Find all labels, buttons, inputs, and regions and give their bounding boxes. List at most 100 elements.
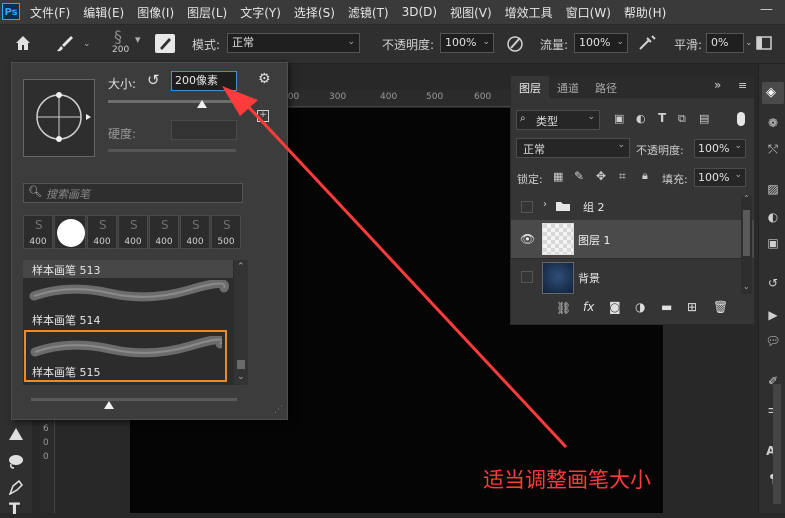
pixel-filter-icon[interactable]: ▣ xyxy=(614,112,624,125)
menu-help[interactable]: 帮助(H) xyxy=(624,4,666,21)
trash-icon[interactable]: 🗑︎ xyxy=(713,300,728,314)
chevron-down-icon[interactable]: ⌄ xyxy=(83,39,91,49)
brush-preset-round[interactable] xyxy=(54,215,86,249)
brush-preset[interactable]: S 400 xyxy=(23,215,53,249)
scrollbar-thumb[interactable] xyxy=(237,360,245,369)
lock-all-icon[interactable]: 🔒︎ xyxy=(642,169,648,183)
preview-size-slider[interactable] xyxy=(31,398,237,401)
brush-preset[interactable]: S 400 xyxy=(149,215,179,249)
dock-scrollbar[interactable] xyxy=(773,384,781,504)
adjustment-layer-icon[interactable]: ◑ xyxy=(635,300,645,314)
layer-filter-select[interactable]: ⌕ 类型 ⌄ xyxy=(516,110,600,130)
layer-row-group[interactable]: › 组 2 xyxy=(511,194,754,221)
menu-file[interactable]: 文件(F) xyxy=(30,4,70,21)
panel-menu-icon[interactable]: ≡ xyxy=(738,79,747,92)
mode-select[interactable]: 正常 ⌄ xyxy=(227,33,360,53)
comments-icon[interactable]: 💬︎ xyxy=(765,334,781,348)
chevron-up-icon[interactable]: ⌃ xyxy=(237,262,245,272)
brush-settings-toggle[interactable] xyxy=(155,34,175,53)
brush-name[interactable]: 样本画笔 514 xyxy=(32,312,101,328)
hardness-input[interactable] xyxy=(171,120,237,140)
menu-plugins[interactable]: 增效工具 xyxy=(505,4,553,21)
collapse-icon[interactable]: » xyxy=(714,78,721,92)
blend-mode-select[interactable]: 正常 ⌄ xyxy=(516,138,630,158)
flow-input[interactable]: 100% ⌄ xyxy=(574,33,628,53)
layers-scrollbar[interactable]: ⌃ ⌄ xyxy=(741,194,752,294)
brush-tip-preview[interactable] xyxy=(23,79,95,157)
menu-filter[interactable]: 滤镜(T) xyxy=(348,4,389,21)
menu-type[interactable]: 文字(Y) xyxy=(240,4,281,21)
brush-preset[interactable]: S 400 xyxy=(118,215,148,249)
fx-icon[interactable]: fx xyxy=(583,300,594,314)
chevron-down-icon[interactable]: ⌄ xyxy=(237,372,245,382)
airbrush-icon[interactable] xyxy=(637,34,657,52)
type-tool-icon[interactable]: T xyxy=(9,499,20,518)
libraries-icon[interactable]: ▣ xyxy=(765,236,781,250)
chevron-down-icon[interactable]: ⌄ xyxy=(743,282,750,291)
home-icon[interactable] xyxy=(14,35,32,51)
visibility-toggle[interactable] xyxy=(521,201,533,213)
fill-input[interactable]: 100% ⌄ xyxy=(694,168,746,187)
brush-preset[interactable]: S 400 xyxy=(180,215,210,249)
size-slider-track[interactable] xyxy=(108,100,236,103)
brush-tool-icon[interactable] xyxy=(55,34,75,52)
size-slider-thumb[interactable] xyxy=(197,100,207,108)
layer-row-selected[interactable]: 👁︎ 图层 1 xyxy=(511,220,754,259)
layer-row-background[interactable]: 背景 xyxy=(511,259,754,297)
lock-paint-icon[interactable]: ✎ xyxy=(574,169,584,183)
play-actions-icon[interactable]: ▶ xyxy=(765,308,781,322)
menu-edit[interactable]: 编辑(E) xyxy=(83,4,124,21)
layer-opacity-input[interactable]: 100% ⌄ xyxy=(694,139,746,158)
tab-layers[interactable]: 图层 xyxy=(511,76,549,98)
smoothing-input[interactable]: 0% xyxy=(706,33,744,53)
type-filter-icon[interactable]: T xyxy=(658,111,666,125)
menu-select[interactable]: 选择(S) xyxy=(294,4,335,21)
brush-picker-chevron-icon[interactable]: ▾ xyxy=(135,33,141,46)
resize-grip-icon[interactable]: ⋰ xyxy=(274,405,283,415)
chevron-right-icon[interactable]: › xyxy=(543,199,547,210)
menu-window[interactable]: 窗口(W) xyxy=(566,4,611,21)
image-panel-icon[interactable]: ▨ xyxy=(765,182,781,196)
brush-preset[interactable]: S 400 xyxy=(87,215,117,249)
brush-search-field[interactable]: 🔍︎ 搜索画笔 xyxy=(23,183,243,203)
gear-icon[interactable]: ⚙ xyxy=(258,71,271,87)
adjustment-filter-icon[interactable]: ◐ xyxy=(636,112,646,125)
triangle-tool-icon[interactable] xyxy=(8,426,24,442)
minimize-button[interactable]: — xyxy=(760,2,773,17)
brush-preset[interactable]: S 500 xyxy=(211,215,241,249)
shape-filter-icon[interactable]: ⧉ xyxy=(678,112,686,126)
hardness-slider-track[interactable] xyxy=(108,149,236,152)
chevron-down-icon[interactable]: ⌄ xyxy=(745,38,753,48)
tab-paths[interactable]: 路径 xyxy=(595,80,617,96)
pressure-opacity-icon[interactable] xyxy=(505,34,525,52)
preview-size-thumb[interactable] xyxy=(104,401,114,409)
menu-layer[interactable]: 图层(L) xyxy=(187,4,227,21)
selected-brush-item[interactable]: 样本画笔 515 xyxy=(24,330,227,382)
tab-channels[interactable]: 通道 xyxy=(557,80,579,96)
scrollbar[interactable]: ⌃ ⌄ xyxy=(234,260,248,385)
channels-icon[interactable]: ❁ xyxy=(765,116,781,130)
opacity-input[interactable]: 100% ⌄ xyxy=(440,33,494,53)
lock-artboard-icon[interactable]: ⌗ xyxy=(619,169,626,184)
new-layer-icon[interactable]: ⊞ xyxy=(687,300,697,314)
link-icon[interactable]: ⛓︎ xyxy=(556,301,571,315)
reset-size-icon[interactable]: ↺ xyxy=(147,71,160,89)
paths-icon[interactable]: ⤲ xyxy=(765,142,781,156)
visibility-toggle[interactable] xyxy=(521,271,533,283)
add-preset-icon[interactable]: + xyxy=(257,110,269,122)
scrollbar-thumb[interactable] xyxy=(743,210,750,256)
pen-tool-icon[interactable] xyxy=(7,479,25,495)
menu-view[interactable]: 视图(V) xyxy=(450,4,492,21)
mask-icon[interactable]: ◙ xyxy=(609,300,621,314)
menu-3d[interactable]: 3D(D) xyxy=(402,5,437,19)
new-group-icon[interactable]: ▬ xyxy=(661,300,672,314)
eye-icon[interactable]: 👁︎ xyxy=(520,232,535,246)
history-icon[interactable]: ↺ xyxy=(765,276,781,290)
chevron-up-icon[interactable]: ⌃ xyxy=(743,194,750,203)
adjustments-icon[interactable]: ◐ xyxy=(765,210,781,224)
brush-preset-icon[interactable]: § xyxy=(114,27,122,46)
list-item[interactable]: 样本画笔 513 xyxy=(23,260,233,278)
smart-object-filter-icon[interactable]: ▤ xyxy=(699,112,709,125)
lock-move-icon[interactable]: ✥ xyxy=(596,169,606,183)
lasso-tool-icon[interactable] xyxy=(7,453,25,469)
